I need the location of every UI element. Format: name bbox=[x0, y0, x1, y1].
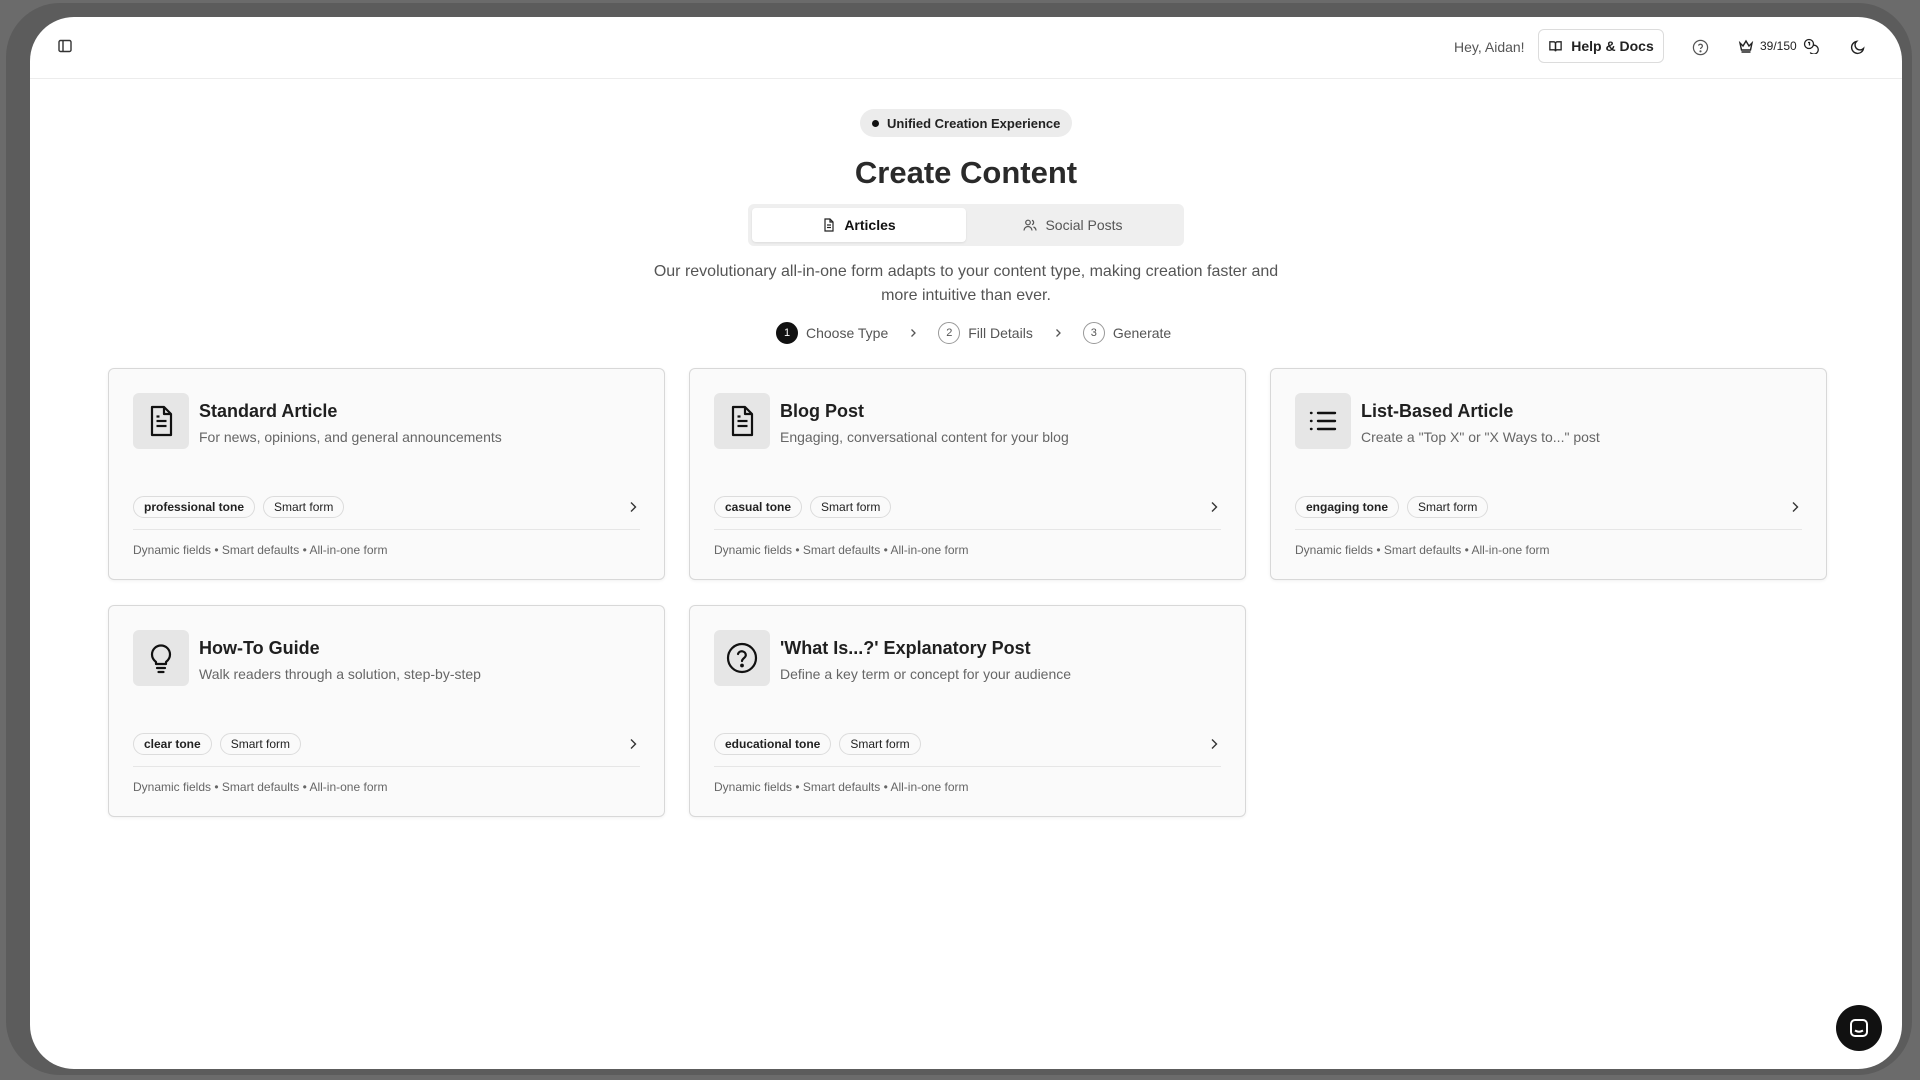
tone-tag: educational tone bbox=[714, 733, 832, 755]
greeting-text: Hey, Aidan! bbox=[1454, 39, 1525, 55]
card-footer: Dynamic fields • Smart defaults • All-in… bbox=[1295, 543, 1550, 557]
tone-tag: casual tone bbox=[714, 496, 803, 518]
chevron-right-icon bbox=[630, 502, 637, 512]
card-how-to-guide[interactable]: How-To Guide Walk readers through a solu… bbox=[108, 605, 665, 817]
help-docs-button[interactable]: Help & Docs bbox=[1538, 29, 1664, 63]
form-tag: Smart form bbox=[1407, 496, 1489, 518]
chevron-right-icon bbox=[1211, 502, 1218, 512]
crown-icon bbox=[1738, 39, 1754, 53]
page-description: Our revolutionary all-in-one form adapts… bbox=[653, 263, 1279, 304]
card-divider bbox=[714, 766, 1221, 767]
step-fill-details: 2 Fill Details bbox=[938, 322, 1033, 344]
card-standard-article[interactable]: Standard Article For news, opinions, and… bbox=[108, 368, 665, 580]
card-footer: Dynamic fields • Smart defaults • All-in… bbox=[714, 780, 969, 794]
card-footer: Dynamic fields • Smart defaults • All-in… bbox=[133, 780, 388, 794]
card-subtitle: For news, opinions, and general announce… bbox=[199, 429, 502, 445]
document-icon bbox=[731, 405, 754, 437]
moon-icon[interactable] bbox=[1850, 39, 1866, 55]
help-question-icon[interactable] bbox=[1692, 39, 1709, 56]
card-tags: engaging tone Smart form bbox=[1295, 496, 1489, 518]
step-generate: 3 Generate bbox=[1082, 322, 1172, 344]
tone-tag: professional tone bbox=[133, 496, 256, 518]
card-tags: casual tone Smart form bbox=[714, 496, 892, 518]
card-title: Standard Article bbox=[199, 401, 338, 421]
form-tag: Smart form bbox=[219, 733, 302, 755]
chat-launcher-button[interactable] bbox=[1836, 1005, 1882, 1051]
coins-icon bbox=[1803, 38, 1819, 54]
app-screen: Hey, Aidan! Help & Docs 39/150 Unified C… bbox=[30, 17, 1902, 1069]
chevron-right-icon bbox=[630, 739, 637, 749]
chevron-right-icon bbox=[911, 329, 917, 337]
step-label: Generate bbox=[1112, 325, 1172, 341]
users-icon bbox=[1023, 219, 1038, 231]
card-divider bbox=[1295, 529, 1802, 530]
card-subtitle: Create a "Top X" or "X Ways to..." post bbox=[1361, 429, 1600, 445]
card-title: How-To Guide bbox=[199, 638, 320, 658]
card-what-is-explanatory-post[interactable]: 'What Is...?' Explanatory Post Define a … bbox=[689, 605, 1246, 817]
chevron-right-icon bbox=[1792, 502, 1799, 512]
chevron-right-icon bbox=[1211, 739, 1218, 749]
step-indicator: 1 Choose Type 2 Fill Details 3 Generate bbox=[776, 322, 1171, 344]
list-icon bbox=[1309, 411, 1337, 431]
badge-label: Unified Creation Experience bbox=[887, 115, 1061, 131]
step-number: 1 bbox=[776, 322, 798, 344]
card-subtitle: Define a key term or concept for your au… bbox=[780, 666, 1072, 682]
tone-tag: engaging tone bbox=[1295, 496, 1399, 518]
form-tag: Smart form bbox=[263, 496, 345, 518]
content-type-tabs: Articles Social Posts bbox=[748, 204, 1184, 246]
card-tags: educational tone Smart form bbox=[714, 733, 921, 755]
card-title: Blog Post bbox=[780, 401, 864, 421]
card-subtitle: Walk readers through a solution, step-by… bbox=[199, 666, 481, 682]
card-footer: Dynamic fields • Smart defaults • All-in… bbox=[133, 543, 388, 557]
step-number: 3 bbox=[1082, 322, 1105, 344]
credits-value: 39/150 bbox=[1760, 39, 1797, 53]
tab-social-posts-label: Social Posts bbox=[1045, 217, 1123, 233]
tab-articles-label: Articles bbox=[844, 217, 896, 233]
book-icon bbox=[1549, 40, 1563, 51]
card-tags: clear tone Smart form bbox=[133, 733, 302, 755]
card-tags: professional tone Smart form bbox=[133, 496, 345, 518]
document-icon bbox=[824, 218, 834, 232]
credits-counter[interactable]: 39/150 bbox=[1738, 38, 1819, 54]
tab-articles[interactable]: Articles bbox=[752, 208, 966, 242]
card-title: 'What Is...?' Explanatory Post bbox=[780, 638, 1031, 658]
card-icon-box bbox=[133, 393, 189, 449]
form-tag: Smart form bbox=[839, 733, 921, 755]
step-label: Choose Type bbox=[806, 325, 889, 341]
card-divider bbox=[714, 529, 1221, 530]
badge-dot bbox=[872, 119, 879, 127]
chat-icon bbox=[1850, 1019, 1868, 1037]
page-title: Create Content bbox=[854, 155, 1078, 190]
tab-social-posts[interactable]: Social Posts bbox=[966, 208, 1180, 242]
step-label: Fill Details bbox=[968, 325, 1033, 341]
sidebar-toggle-icon[interactable] bbox=[58, 39, 72, 53]
card-divider bbox=[133, 529, 640, 530]
step-choose-type: 1 Choose Type bbox=[776, 322, 888, 344]
document-icon bbox=[150, 405, 173, 437]
card-footer: Dynamic fields • Smart defaults • All-in… bbox=[714, 543, 969, 557]
card-icon-box bbox=[714, 393, 770, 449]
card-icon-box bbox=[714, 630, 770, 686]
card-icon-box bbox=[1295, 393, 1351, 449]
form-tag: Smart form bbox=[810, 496, 892, 518]
card-title: List-Based Article bbox=[1361, 401, 1514, 421]
chevron-right-icon bbox=[1055, 329, 1061, 337]
card-subtitle: Engaging, conversational content for you… bbox=[780, 429, 1069, 445]
question-circle-icon bbox=[726, 642, 758, 674]
lightbulb-icon bbox=[150, 644, 172, 674]
card-icon-box bbox=[133, 630, 189, 686]
card-list-based-article[interactable]: List-Based Article Create a "Top X" or "… bbox=[1270, 368, 1827, 580]
help-docs-label: Help & Docs bbox=[1571, 38, 1654, 54]
device-frame: Hey, Aidan! Help & Docs 39/150 Unified C… bbox=[6, 3, 1912, 1075]
card-blog-post[interactable]: Blog Post Engaging, conversational conte… bbox=[689, 368, 1246, 580]
step-number: 2 bbox=[938, 322, 961, 344]
feature-badge: Unified Creation Experience bbox=[860, 109, 1073, 137]
top-bar: Hey, Aidan! Help & Docs 39/150 bbox=[30, 17, 1902, 79]
tone-tag: clear tone bbox=[133, 733, 212, 755]
card-divider bbox=[133, 766, 640, 767]
